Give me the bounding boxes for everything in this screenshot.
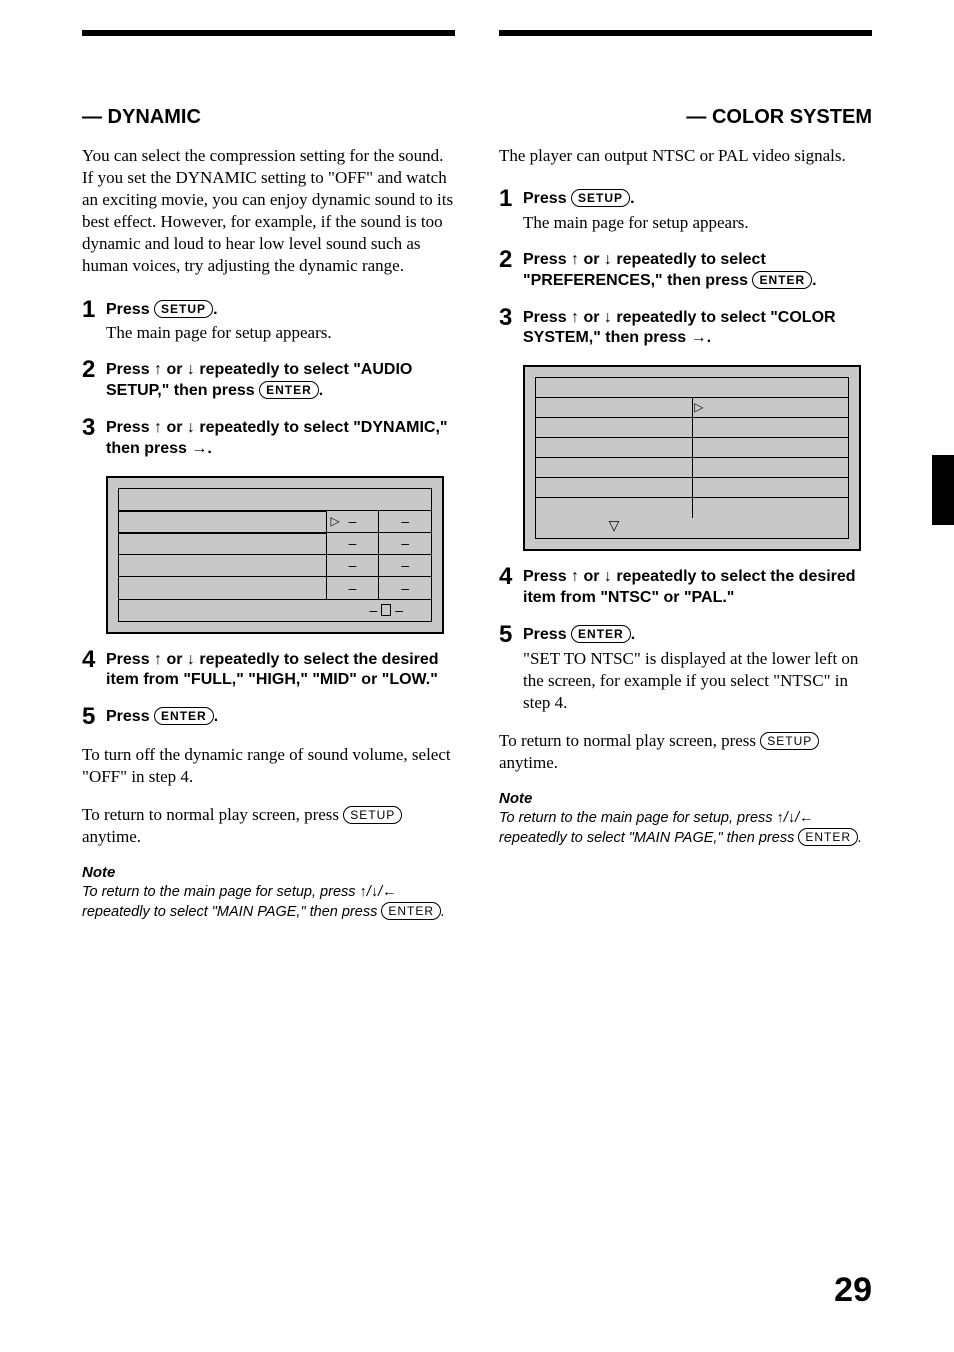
step-number: 3 [499,304,512,332]
note-body-right: To return to the main page for setup, pr… [499,809,872,848]
para-off: To turn off the dynamic range of sound v… [82,744,455,788]
para-text: To return to normal play screen, press [82,805,343,824]
step-head: Press SETUP. [106,300,455,321]
note-text: . [858,830,862,846]
step-text: . [319,382,323,399]
para-return-right: To return to normal play screen, press S… [499,730,872,774]
right-triangle-icon: ▷ [694,400,703,415]
para-text: anytime. [499,753,558,772]
down-triangle-icon: ▽ [536,518,692,536]
para-text: anytime. [82,827,141,846]
setup-button-label: SETUP [343,806,402,824]
setup-button-label: SETUP [760,732,819,750]
step-4-right: 4 Press ↑ or ↓ repeatedly to select the … [499,567,872,609]
page-number: 29 [834,1271,872,1310]
para-text: To return to normal play screen, press [499,731,760,750]
step-head: Press ↑ or ↓ repeatedly to select "DYNAM… [106,418,455,460]
left-column: — DYNAMIC You can select the compression… [82,96,455,922]
step-text: . [812,272,816,289]
step-head: Press ↑ or ↓ repeatedly to select the de… [106,650,455,692]
note-text: . [441,904,445,920]
enter-button-label: ENTER [259,381,319,399]
step-head: Press ↑ or ↓ repeatedly to select "COLOR… [523,308,872,350]
step-3-right: 3 Press ↑ or ↓ repeatedly to select "COL… [499,308,872,350]
step-text: Press [523,626,571,643]
heading-dynamic: — DYNAMIC [82,106,455,129]
step-number: 1 [82,296,95,324]
step-head: Press ↑ or ↓ repeatedly to select "PREFE… [523,250,872,292]
para-return: To return to normal play screen, press S… [82,804,455,848]
step-3-left: 3 Press ↑ or ↓ repeatedly to select "DYN… [82,418,455,460]
step-5-left: 5 Press ENTER. [82,707,455,728]
step-text: Press ↑ or ↓ repeatedly to select "PREFE… [523,251,766,289]
enter-button-label: ENTER [154,707,214,725]
thumb-index-tab [932,455,954,525]
step-head: Press SETUP. [523,189,872,210]
step-head: Press ENTER. [523,625,872,646]
step-5-right: 5 Press ENTER. "SET TO NTSC" is displaye… [499,625,872,714]
enter-button-label: ENTER [571,625,631,643]
step-1-left: 1 Press SETUP. The main page for setup a… [82,300,455,345]
step-text: . [213,301,217,318]
column-rule-right [499,30,872,36]
step-2-left: 2 Press ↑ or ↓ repeatedly to select "AUD… [82,360,455,402]
setup-button-label: SETUP [571,189,630,207]
enter-button-label: ENTER [752,271,812,289]
note-heading: Note [82,864,455,881]
step-number: 2 [82,356,95,384]
step-body: The main page for setup appears. [106,322,455,344]
step-1-right: 1 Press SETUP. The main page for setup a… [499,189,872,234]
step-number: 4 [499,563,512,591]
step-number: 3 [82,414,95,442]
step-number: 5 [82,703,95,731]
intro-dynamic: You can select the compression setting f… [82,145,455,278]
step-number: 2 [499,246,512,274]
step-text: Press [106,708,154,725]
enter-button-label: ENTER [381,902,441,920]
step-number: 1 [499,185,512,213]
color-system-menu-screenshot: ▷ ▽ [523,365,861,551]
right-column: — COLOR SYSTEM The player can output NTS… [499,96,872,922]
step-body: "SET TO NTSC" is displayed at the lower … [523,648,872,714]
step-text: . [631,626,635,643]
note-body: To return to the main page for setup, pr… [82,883,455,922]
step-head: Press ENTER. [106,707,455,728]
step-2-right: 2 Press ↑ or ↓ repeatedly to select "PRE… [499,250,872,292]
heading-color-system: — COLOR SYSTEM [499,106,872,129]
note-text: To return to the main page for setup, pr… [499,810,814,846]
step-body: The main page for setup appears. [523,212,872,234]
note-heading: Note [499,790,872,807]
step-number: 4 [82,646,95,674]
step-head: Press ↑ or ↓ repeatedly to select the de… [523,567,872,609]
step-text: . [214,708,218,725]
enter-button-label: ENTER [798,828,858,846]
step-head: Press ↑ or ↓ repeatedly to select "AUDIO… [106,360,455,402]
step-text: Press [106,301,154,318]
dynamic-menu-screenshot: ▷ –– –– –– –– –– [106,476,444,634]
setup-button-label: SETUP [154,300,213,318]
intro-color-system: The player can output NTSC or PAL video … [499,145,872,167]
step-text: . [630,190,634,207]
step-number: 5 [499,621,512,649]
column-rule-left [82,30,455,36]
note-text: To return to the main page for setup, pr… [82,884,397,920]
step-text: Press [523,190,571,207]
right-triangle-icon: ▷ [330,514,339,529]
step-4-left: 4 Press ↑ or ↓ repeatedly to select the … [82,650,455,692]
